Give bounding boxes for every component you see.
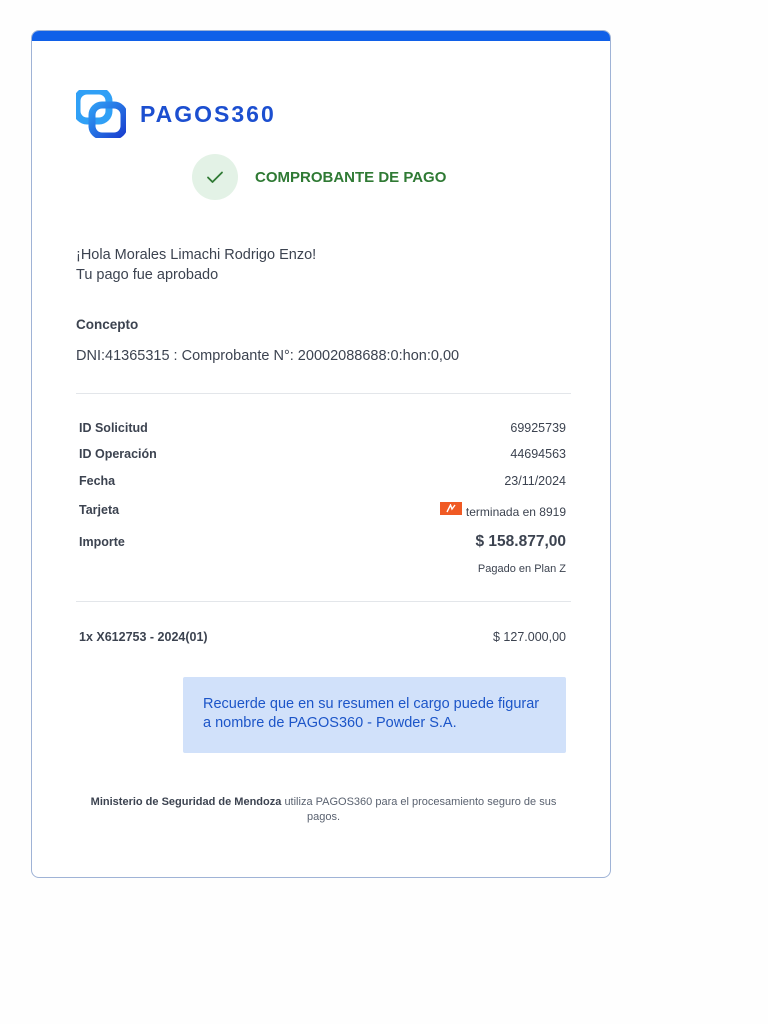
check-icon xyxy=(207,171,223,183)
greeting-status: Tu pago fue aprobado xyxy=(76,267,219,283)
card-brand-icon xyxy=(439,502,462,515)
item-value: $ 127.000,00 xyxy=(493,630,566,644)
payment-status: COMPROBANTE DE PAGO xyxy=(192,154,446,200)
importe-label: Importe xyxy=(79,535,125,549)
solicitud-label: ID Solicitud xyxy=(79,421,148,435)
fecha-label: Fecha xyxy=(79,474,116,488)
operacion-value: 44694563 xyxy=(510,447,566,461)
brand-logo: PAGOS360 xyxy=(76,90,276,138)
solicitud-value: 69925739 xyxy=(510,421,566,435)
status-title: COMPROBANTE DE PAGO xyxy=(255,168,447,186)
notice-box: Recuerde que en su resumen el cargo pued… xyxy=(183,677,566,753)
tarjeta-label: Tarjeta xyxy=(79,503,120,517)
footer-note: Ministerio de Seguridad de Mendoza utili… xyxy=(76,795,571,825)
top-accent-bar xyxy=(32,31,610,41)
tarjeta-value-wrap: terminada en 8919 xyxy=(439,502,566,519)
concept-value: DNI:41365315 : Comprobante N°: 200020886… xyxy=(76,348,460,364)
greeting-name: ¡Hola Morales Limachi Rodrigo Enzo! xyxy=(76,247,317,263)
item-label: 1x X612753 - 2024(01) xyxy=(79,630,208,644)
plan-label: Pagado en Plan Z xyxy=(477,563,566,575)
divider xyxy=(76,393,571,394)
concept-label: Concepto xyxy=(76,317,139,332)
greeting: ¡Hola Morales Limachi Rodrigo Enzo! Tu p… xyxy=(76,245,316,285)
operacion-label: ID Operación xyxy=(79,447,157,461)
brand-name: PAGOS360 xyxy=(140,100,276,127)
importe-value: $ 158.877,00 xyxy=(475,533,566,550)
tarjeta-value: terminada en 8919 xyxy=(465,505,566,519)
footer-text: utiliza PAGOS360 para el procesamiento s… xyxy=(284,796,557,823)
fecha-value: 23/11/2024 xyxy=(504,474,566,488)
pagos360-logo-icon xyxy=(76,90,126,138)
divider xyxy=(76,601,571,602)
footer-org: Ministerio de Seguridad de Mendoza xyxy=(90,796,282,808)
receipt-card: PAGOS360 COMPROBANTE DE PAGO ¡Hola Moral… xyxy=(31,30,611,878)
status-check-badge xyxy=(192,154,238,200)
